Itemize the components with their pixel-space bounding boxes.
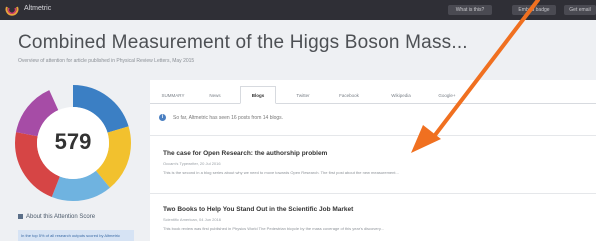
annotation-arrow [411, 0, 540, 153]
